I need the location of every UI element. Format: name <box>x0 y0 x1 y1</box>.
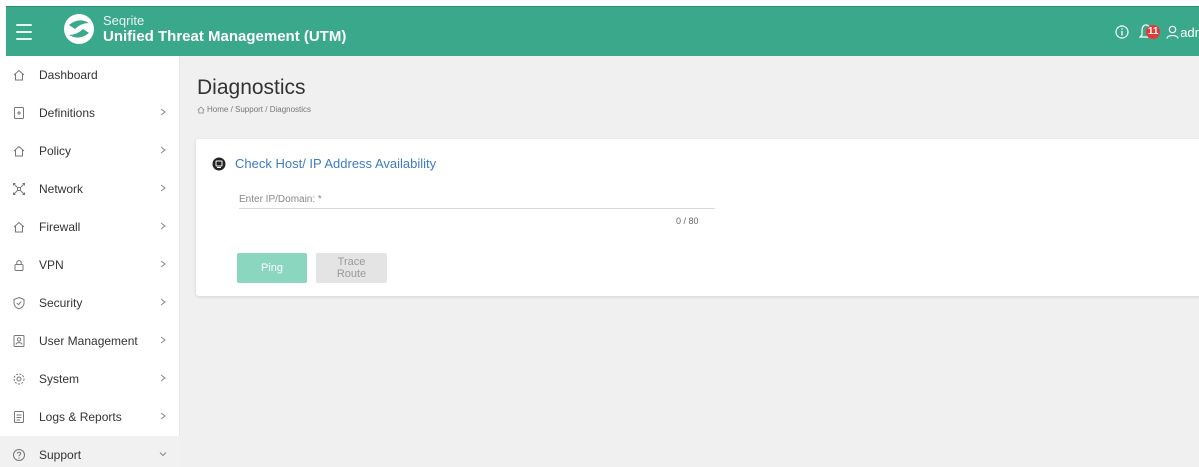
sidebar-item-label: Logs & Reports <box>39 410 122 424</box>
sidebar-item-policy[interactable]: Policy <box>0 132 180 170</box>
seqrite-logo <box>64 14 94 44</box>
ping-button[interactable]: Ping <box>237 253 307 283</box>
page-title: Diagnostics <box>197 76 306 99</box>
report-icon <box>14 411 24 423</box>
sidebar-item-system[interactable]: System <box>0 360 180 398</box>
gear-icon <box>13 373 25 385</box>
diagnostics-card: Check Host/ IP Address Availability Ente… <box>196 139 1199 296</box>
sidebar-item-security[interactable]: Security <box>0 284 180 322</box>
product-title: Unified Threat Management (UTM) <box>103 28 347 45</box>
chevron-right-icon <box>160 222 166 230</box>
chevron-down-icon <box>159 452 167 457</box>
ip-domain-input[interactable] <box>239 192 715 209</box>
sidebar-item-label: Firewall <box>39 220 81 234</box>
trace-route-button[interactable]: Trace Route <box>316 253 387 283</box>
chevron-right-icon <box>160 184 166 192</box>
home-icon <box>13 221 25 233</box>
sidebar-item-label: User Management <box>39 334 138 348</box>
notification-badge: 11 <box>1146 25 1161 39</box>
chevron-right-icon <box>160 374 166 382</box>
breadcrumb-text[interactable]: Home / Support / Diagnostics <box>207 105 311 114</box>
sidebar-item-definitions[interactable]: Definitions <box>0 94 180 132</box>
app-frame: Seqrite Unified Threat Management (UTM) … <box>0 0 1199 467</box>
chevron-right-icon <box>160 412 166 420</box>
sidebar-item-label: Network <box>39 182 84 196</box>
chevron-right-icon <box>160 108 166 116</box>
user-card-icon <box>13 335 25 347</box>
lock-icon <box>14 260 24 271</box>
user-icon <box>1166 25 1179 39</box>
home-icon[interactable] <box>197 105 205 114</box>
sidebar-item-label: Policy <box>39 144 72 158</box>
main-content: Diagnostics Home / Support / Diagnostics… <box>180 56 1199 467</box>
sidebar-item-label: VPN <box>39 258 64 272</box>
sidebar-item-dashboard[interactable]: Dashboard <box>0 56 180 94</box>
sidebar-item-firewall[interactable]: Firewall <box>0 208 180 246</box>
info-icon[interactable] <box>1115 25 1129 39</box>
host-check-icon <box>212 157 226 170</box>
chevron-right-icon <box>160 260 166 268</box>
shield-icon <box>13 296 25 310</box>
character-counter: 0 / 80 <box>676 216 699 226</box>
header-actions: 11 adr <box>1115 22 1199 42</box>
sidebar-item-logs-reports[interactable]: Logs & Reports <box>0 398 180 436</box>
sidebar: Dashboard Definitions Policy Network Fir… <box>0 56 180 467</box>
sidebar-item-label: Dashboard <box>39 68 98 82</box>
chevron-right-icon <box>160 146 166 154</box>
hamburger-menu-icon[interactable] <box>16 19 32 43</box>
notifications-button[interactable]: 11 <box>1139 22 1161 42</box>
card-title: Check Host/ IP Address Availability <box>235 156 437 171</box>
brand-name: Seqrite <box>103 13 145 28</box>
help-icon <box>13 449 25 461</box>
chevron-right-icon <box>160 298 166 306</box>
sidebar-item-label: Support <box>39 448 82 462</box>
network-icon <box>13 183 25 195</box>
sidebar-item-user-management[interactable]: User Management <box>0 322 180 360</box>
home-icon <box>13 145 25 157</box>
document-plus-icon <box>14 107 24 119</box>
sidebar-item-label: Security <box>39 296 83 310</box>
breadcrumb: Home / Support / Diagnostics <box>197 105 311 114</box>
sidebar-item-network[interactable]: Network <box>0 170 180 208</box>
sidebar-item-vpn[interactable]: VPN <box>0 246 180 284</box>
sidebar-item-label: System <box>39 372 80 386</box>
chevron-right-icon <box>160 336 166 344</box>
sidebar-item-label: Definitions <box>39 106 96 120</box>
card-header: Check Host/ IP Address Availability <box>212 156 436 171</box>
sidebar-item-support[interactable]: Support <box>0 436 180 467</box>
home-icon <box>13 69 25 81</box>
top-header-bar: Seqrite Unified Threat Management (UTM) … <box>6 6 1199 56</box>
user-menu[interactable]: adr <box>1166 25 1199 40</box>
user-name: adr <box>1180 24 1199 40</box>
